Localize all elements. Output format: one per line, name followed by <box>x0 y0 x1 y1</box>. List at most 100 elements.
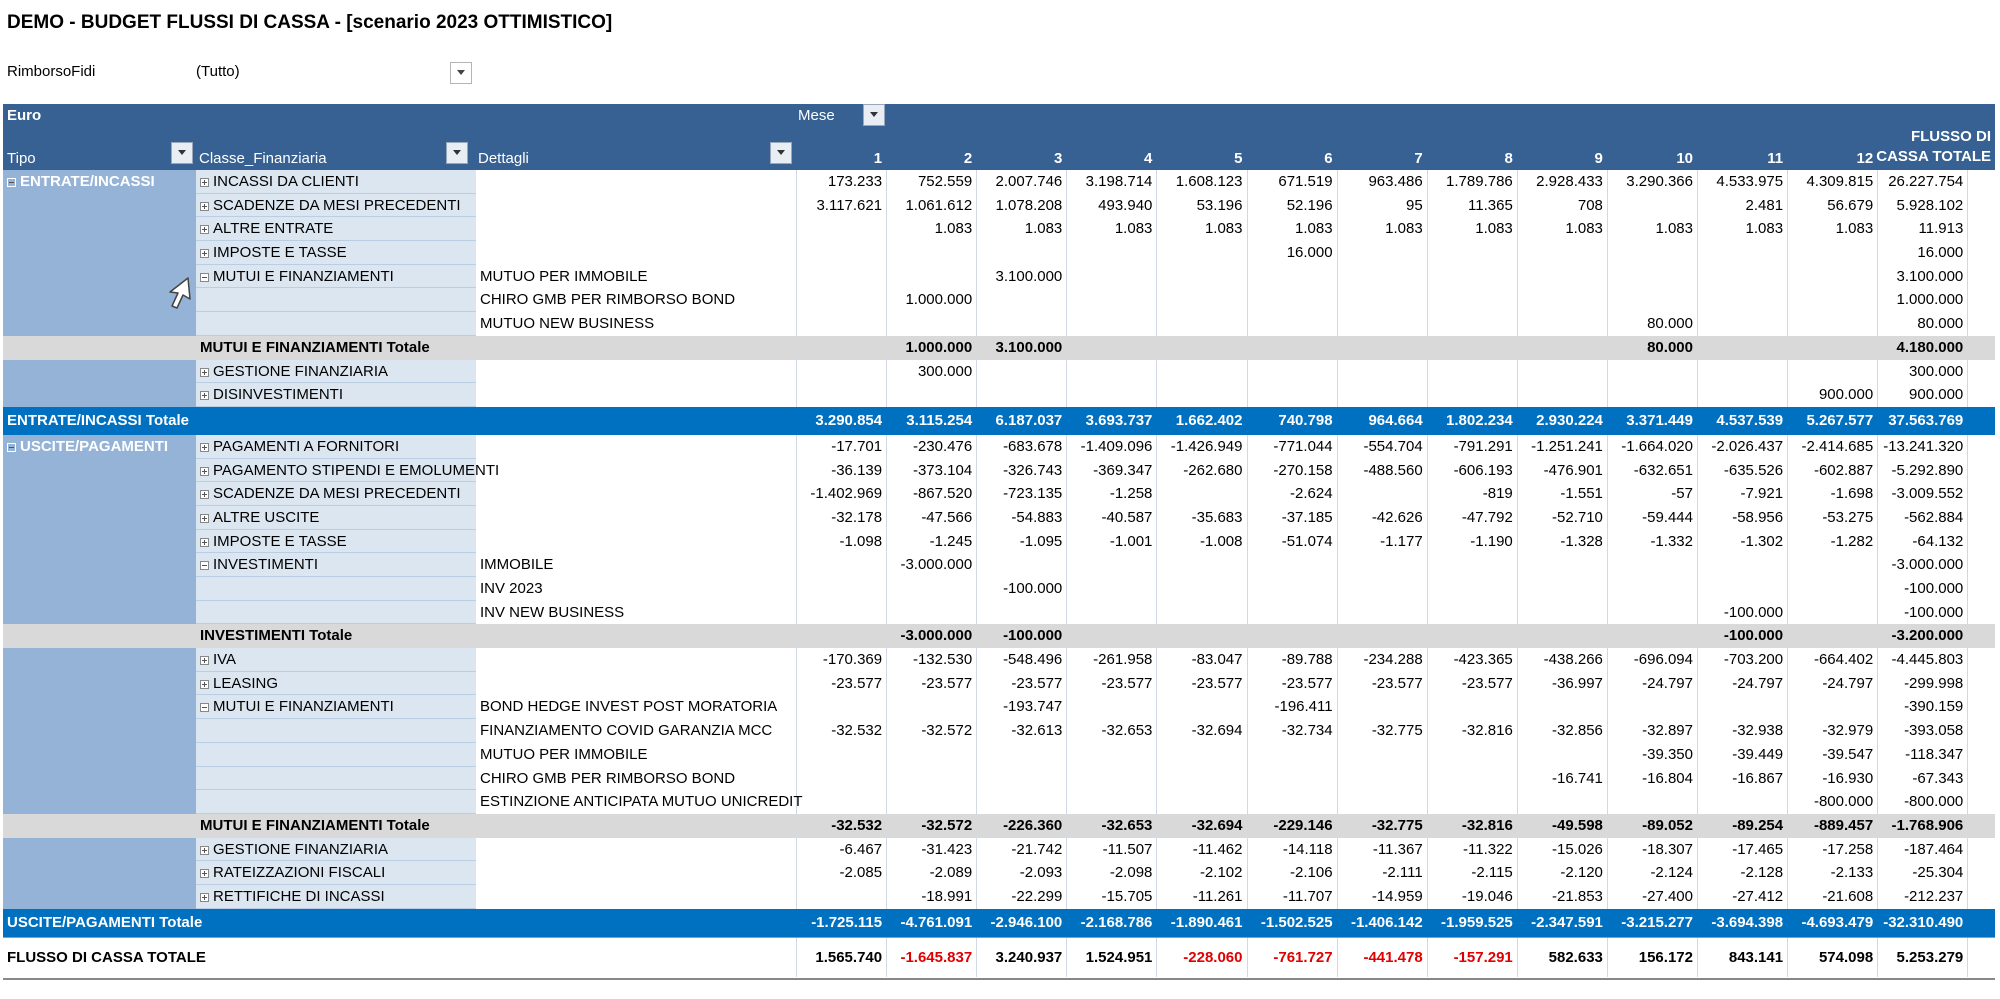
collapse-icon[interactable] <box>200 561 209 571</box>
dettagli-dropdown-button[interactable] <box>770 142 792 164</box>
month-cell: -31.423 <box>921 840 973 858</box>
classe-dropdown-button[interactable] <box>446 142 468 164</box>
classe-cell[interactable]: IVA <box>196 648 476 672</box>
month-cell <box>1607 695 1697 719</box>
month-cell: -27.412 <box>1732 887 1784 905</box>
total-cell: -25.304 <box>1912 864 1964 882</box>
classe-cell[interactable]: RATEIZZAZIONI FISCALI <box>196 861 476 885</box>
month-cell: -196.411 <box>1274 698 1333 716</box>
month-cell <box>1156 336 1246 360</box>
month-cell: -4.693.479 <box>1801 913 1874 931</box>
classe-cell[interactable]: ALTRE USCITE <box>196 505 476 530</box>
classe-cell[interactable]: PAGAMENTO STIPENDI E EMOLUMENTI <box>196 458 499 483</box>
mese-dropdown-button[interactable] <box>863 104 885 126</box>
month-cell: -23.577 <box>1281 674 1333 692</box>
month-cell: -2.133 <box>1830 864 1874 882</box>
month-cell <box>1787 695 1877 719</box>
expand-icon[interactable] <box>200 869 209 879</box>
dettagli-header: Dettagli <box>478 150 529 167</box>
month-cell <box>796 265 886 289</box>
month-cell: -17.465 <box>1732 840 1784 858</box>
month-cell: -1.959.525 <box>1441 913 1513 931</box>
expand-icon[interactable] <box>200 513 209 523</box>
classe-cell[interactable]: ALTRE ENTRATE <box>196 217 476 242</box>
tipo-dropdown-button[interactable] <box>171 142 193 164</box>
month-cell <box>1427 601 1517 625</box>
total-cell: -3.000.000 <box>1891 556 1964 574</box>
classe-cell[interactable]: MUTUI E FINANZIAMENTI <box>196 695 476 720</box>
tipo-cell[interactable]: USCITE/PAGAMENTI <box>3 435 196 459</box>
table-row: FINANZIAMENTO COVID GARANZIA MCC -32.532 -… <box>3 719 1995 743</box>
expand-icon[interactable] <box>200 249 209 259</box>
classe-cell[interactable]: GESTIONE FINANZIARIA <box>196 359 476 384</box>
month-cell: 4.533.975 <box>1716 173 1784 190</box>
classe-cell[interactable]: PAGAMENTI A FORNITORI <box>196 434 476 459</box>
classe-cell[interactable]: DISINVESTIMENTI <box>196 383 476 407</box>
month-cell: -32.694 <box>1191 722 1243 740</box>
month-cell: -1.177 <box>1380 532 1423 550</box>
dettagli-cell <box>476 241 796 265</box>
expand-icon[interactable] <box>200 391 209 401</box>
month-cell: -2.115 <box>1471 864 1513 882</box>
classe-cell[interactable]: INCASSI DA CLIENTI <box>196 170 476 194</box>
month-cell <box>1517 601 1607 625</box>
month-cell: -32.572 <box>921 722 973 740</box>
tipo-cell[interactable]: ENTRATE/INCASSI <box>3 170 196 194</box>
month-cell: -32.816 <box>1461 816 1513 834</box>
month-cell <box>1247 312 1337 336</box>
classe-cell[interactable]: GESTIONE FINANZIARIA <box>196 837 476 862</box>
subtotal-row: MUTUI E FINANZIAMENTI Totale -32.532 -32.5… <box>3 813 1995 838</box>
expand-icon[interactable] <box>200 442 209 452</box>
chevron-down-icon <box>777 150 785 155</box>
classe-cell[interactable]: SCADENZE DA MESI PRECEDENTI <box>196 482 476 506</box>
month-cell: 3.117.621 <box>816 196 883 214</box>
month-cell <box>1066 288 1156 312</box>
classe-cell[interactable]: LEASING <box>196 671 476 696</box>
classe-label: LEASING <box>213 674 279 692</box>
classe-cell[interactable]: IMPOSTE E TASSE <box>196 529 476 554</box>
total-cell: -562.884 <box>1904 508 1964 526</box>
expand-icon[interactable] <box>200 892 209 902</box>
month-cell: -2.089 <box>929 864 973 882</box>
month-cell <box>1247 265 1337 289</box>
expand-icon[interactable] <box>200 679 209 689</box>
month-cell <box>796 336 886 360</box>
classe-cell[interactable]: RETTIFICHE DI INCASSI <box>196 884 476 909</box>
expand-icon[interactable] <box>200 225 209 235</box>
classe-cell[interactable]: SCADENZE DA MESI PRECEDENTI <box>196 193 476 218</box>
classe-header: Classe_Finanziaria <box>199 150 327 167</box>
expand-icon[interactable] <box>200 845 209 855</box>
month-cell <box>1337 695 1427 719</box>
classe-cell[interactable]: MUTUI E FINANZIAMENTI <box>196 264 476 289</box>
collapse-icon[interactable] <box>7 442 16 452</box>
expand-icon[interactable] <box>200 201 209 211</box>
collapse-icon[interactable] <box>7 178 16 187</box>
month-cell: -1.402.969 <box>810 485 883 503</box>
month-cell: -2.168.786 <box>1080 913 1153 931</box>
expand-icon[interactable] <box>200 656 209 666</box>
table-row: IMPOSTE E TASSE 16.000 16.000 <box>3 241 1995 265</box>
month-cell <box>1156 743 1246 767</box>
collapse-icon[interactable] <box>200 703 209 713</box>
filter-dropdown-button[interactable] <box>450 62 472 84</box>
classe-label: GESTIONE FINANZIARIA <box>213 840 389 858</box>
classe-cell[interactable]: INVESTIMENTI <box>196 553 476 577</box>
expand-icon[interactable] <box>200 537 209 547</box>
table-row: SCADENZE DA MESI PRECEDENTI -1.402.969 -86… <box>3 482 1995 506</box>
total-cell: -118.347 <box>1905 745 1964 763</box>
expand-icon[interactable] <box>200 367 209 377</box>
month-cell: 3.198.714 <box>1085 173 1153 190</box>
month-cell: -23.577 <box>1011 674 1063 692</box>
month-cell <box>1517 383 1607 407</box>
month-cell: -19.046 <box>1461 887 1513 905</box>
month-cell: -3.000.000 <box>900 627 973 645</box>
month-cell: -889.457 <box>1813 816 1874 834</box>
month-cell: -32.897 <box>1642 722 1693 740</box>
total-cell: -100.000 <box>1904 603 1964 621</box>
expand-icon[interactable] <box>200 466 209 476</box>
month-cell: 2.007.746 <box>995 173 1063 190</box>
classe-cell[interactable]: IMPOSTE E TASSE <box>196 241 476 265</box>
expand-icon[interactable] <box>200 178 209 187</box>
expand-icon[interactable] <box>200 490 209 500</box>
month-header-3: 3 <box>1053 150 1063 167</box>
